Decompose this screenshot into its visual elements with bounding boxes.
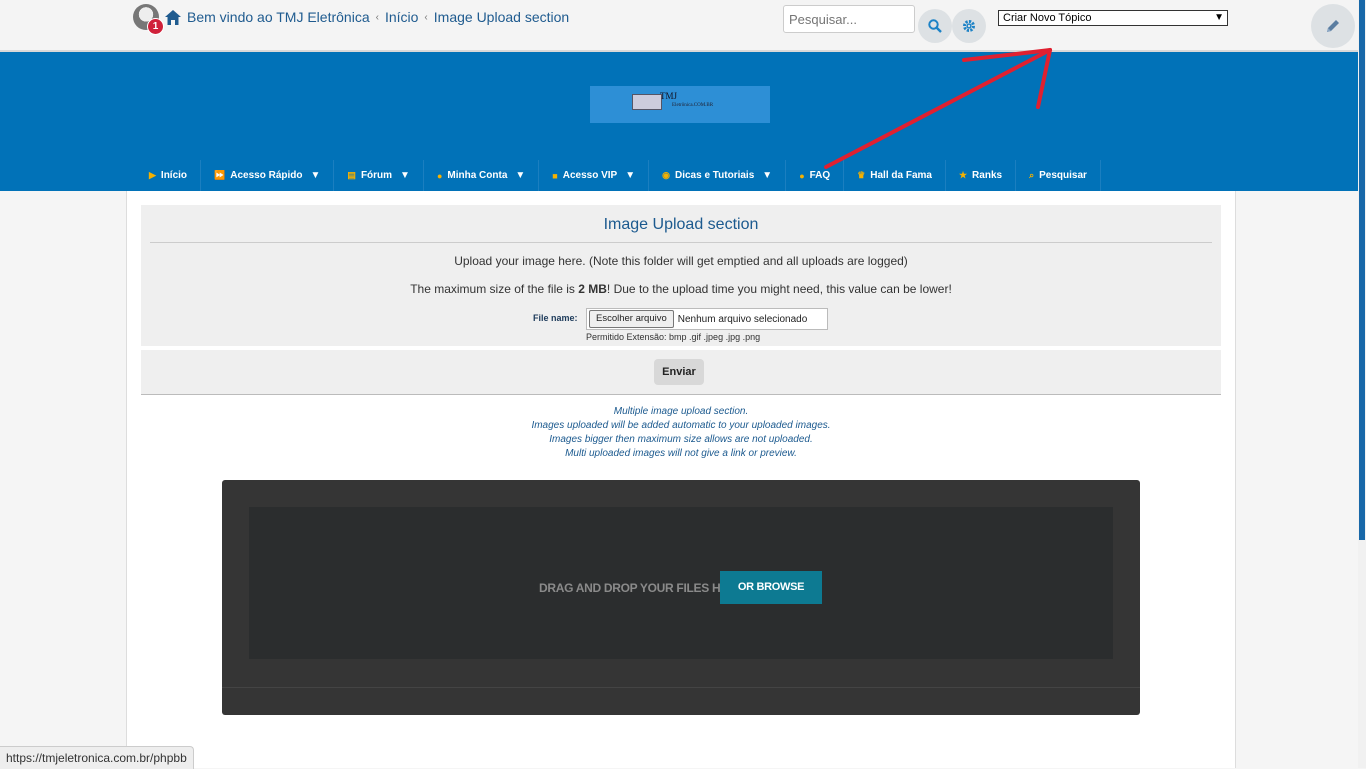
logo-subtitle: Eletrônica.COM.BR	[672, 103, 714, 108]
nav-ranks[interactable]: ★ Ranks	[946, 160, 1017, 191]
multi-note: Multiple image upload section.	[613, 406, 749, 417]
search-input[interactable]	[783, 5, 915, 33]
search-icon	[928, 19, 942, 33]
nav-label: Acesso VIP	[562, 170, 618, 181]
nav-inicio[interactable]: ▶ Início	[136, 160, 202, 191]
new-topic-select[interactable]: Criar Novo Tópico ▼	[998, 10, 1228, 26]
max-size-note: The maximum size of the file is 2 MB! Du…	[141, 282, 1221, 296]
search-button[interactable]	[918, 9, 952, 43]
multi-upload-notes: Multiple image upload section. Images up…	[141, 405, 1221, 461]
page-title: Image Upload section	[150, 216, 1212, 243]
breadcrumb-current[interactable]: Image Upload section	[434, 9, 569, 25]
site-logo[interactable]: TMJ Eletrônica.COM.BR	[590, 86, 770, 123]
dropdown-arrow-icon: ▼	[625, 170, 636, 181]
chat-icon: ●	[799, 170, 805, 181]
browse-button[interactable]: OR BROWSE	[720, 571, 822, 604]
home-icon[interactable]	[165, 9, 181, 25]
nav-acesso-rapido[interactable]: ⏩ Acesso Rápido ▼	[201, 160, 335, 191]
no-file-text: Nenhum arquivo selecionado	[677, 313, 808, 325]
dropdown-arrow-icon: ▼	[310, 170, 321, 181]
breadcrumb-separator-icon: ‹	[375, 11, 379, 23]
dropdown-arrow-icon: ▼	[515, 170, 526, 181]
drop-text: DRAG AND DROP YOUR FILES HERE	[539, 581, 745, 595]
notification-badge[interactable]: 1	[147, 18, 164, 35]
nav-label: Pesquisar	[1039, 170, 1087, 181]
site-header: TMJ Eletrônica.COM.BR ▶ Início ⏩ Acesso …	[0, 52, 1358, 191]
dropdown-arrow-icon: ▼	[400, 170, 410, 181]
nav-label: Ranks	[972, 170, 1003, 181]
multi-note: Images uploaded will be added automatic …	[531, 420, 831, 431]
fast-forward-icon: ⏩	[214, 170, 226, 180]
nav-label: Dicas e Tutoriais	[674, 170, 755, 181]
nav-dicas-tutoriais[interactable]: ◉ Dicas e Tutoriais ▼	[649, 160, 787, 191]
nav-hall-da-fama[interactable]: ♛ Hall da Fama	[844, 160, 946, 191]
play-icon: ▶	[149, 170, 156, 180]
breadcrumb-welcome[interactable]: Bem vindo ao TMJ Eletrônica	[187, 9, 370, 25]
allowed-extensions: Permitido Extensão: bmp .gif .jpeg .jpg …	[586, 332, 761, 342]
gear-icon	[963, 20, 975, 32]
nav-minha-conta[interactable]: ● Minha Conta ▼	[424, 160, 540, 191]
dropzone-container: DRAG AND DROP YOUR FILES HERE OR BROWSE	[222, 480, 1140, 715]
nav-acesso-vip[interactable]: ■ Acesso VIP ▼	[539, 160, 650, 191]
upload-intro: Upload your image here. (Note this folde…	[454, 254, 908, 268]
new-topic-select-value: Criar Novo Tópico	[1003, 12, 1092, 24]
submit-panel: Enviar	[141, 350, 1221, 395]
nav-faq[interactable]: ● FAQ	[786, 160, 845, 191]
main-nav: ▶ Início ⏩ Acesso Rápido ▼ ▤ Fórum ▼ ● M…	[136, 160, 1101, 191]
search-icon: ⌕	[1029, 170, 1035, 180]
status-url: https://tmjeletronica.com.br/phpbb	[0, 746, 194, 769]
trophy-icon: ♛	[857, 170, 866, 180]
max-size-value: 2 MB	[578, 282, 607, 296]
nav-label: Fórum	[360, 170, 393, 181]
nav-forum[interactable]: ▤ Fórum ▼	[334, 160, 424, 191]
nav-label: FAQ	[809, 170, 831, 181]
nav-label: Início	[160, 170, 188, 181]
user-icon: ●	[436, 170, 443, 181]
breadcrumb-separator-icon: ‹	[424, 11, 428, 23]
chevron-down-icon: ▼	[1214, 12, 1224, 23]
scrollbar-thumb[interactable]	[1359, 0, 1365, 540]
nav-label: Acesso Rápido	[230, 170, 303, 181]
main-content: Image Upload section Upload your image h…	[126, 191, 1236, 768]
logo-title: TMJ	[660, 91, 678, 101]
nav-label: Hall da Fama	[870, 170, 932, 181]
pencil-icon	[1327, 20, 1339, 32]
max-size-post: ! Due to the upload time you might need,…	[606, 282, 952, 296]
gift-icon: ■	[552, 170, 558, 181]
choose-file-button[interactable]: Escolher arquivo	[589, 310, 674, 328]
file-name-label: File name:	[533, 313, 578, 323]
send-button[interactable]: Enviar	[654, 359, 704, 385]
nav-label: Minha Conta	[447, 170, 508, 181]
divider	[222, 687, 1140, 688]
dropdown-arrow-icon: ▼	[762, 170, 773, 181]
new-post-button[interactable]	[1311, 4, 1355, 48]
max-size-pre: The maximum size of the file is	[410, 282, 579, 296]
star-icon: ★	[958, 170, 968, 180]
upload-panel: Image Upload section Upload your image h…	[141, 205, 1221, 346]
dropzone[interactable]: DRAG AND DROP YOUR FILES HERE OR BROWSE	[249, 507, 1113, 659]
top-bar: 1 Bem vindo ao TMJ Eletrônica ‹ Início ‹…	[0, 0, 1358, 52]
advanced-search-button[interactable]	[952, 9, 986, 43]
laptop-icon	[632, 94, 662, 110]
multi-note: Images bigger then maximum size allows a…	[549, 434, 813, 445]
multi-note: Multi uploaded images will not give a li…	[565, 448, 797, 459]
file-input[interactable]: Escolher arquivo Nenhum arquivo selecion…	[586, 308, 828, 330]
circle-icon: ◉	[662, 170, 670, 180]
breadcrumb: Bem vindo ao TMJ Eletrônica ‹ Início ‹ I…	[165, 9, 569, 25]
list-icon: ▤	[347, 170, 356, 180]
breadcrumb-home[interactable]: Início	[385, 9, 418, 25]
nav-pesquisar[interactable]: ⌕ Pesquisar	[1016, 160, 1101, 191]
